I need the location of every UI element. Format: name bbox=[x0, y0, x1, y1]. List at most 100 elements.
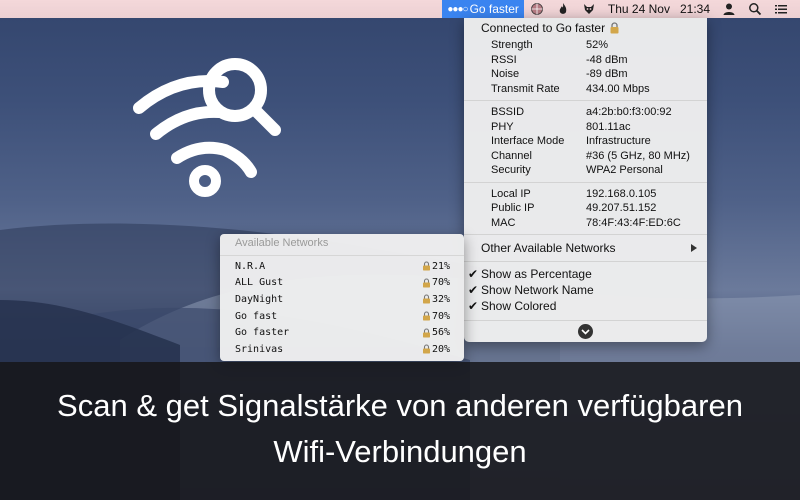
network-row[interactable]: Srinivas 20% bbox=[220, 341, 464, 358]
network-list: N.R.A 21% ALL Gust 70% DayNight 32% Go fast 70%… bbox=[220, 258, 464, 358]
wifi-dropdown-menu: Connected to Go faster Strength 52% RSSI -4… bbox=[464, 18, 707, 342]
fox-icon[interactable] bbox=[576, 0, 602, 18]
checkmark-icon: ✔ bbox=[468, 299, 479, 313]
connected-label: Connected to Go faster bbox=[481, 21, 606, 35]
network-name: N.R.A bbox=[235, 260, 266, 272]
connected-header: Connected to Go faster bbox=[464, 18, 707, 38]
wifi-dots-icon: ●●●○ bbox=[447, 3, 468, 15]
option-item[interactable]: ✔ Show Colored bbox=[464, 298, 707, 314]
option-label: Show as Percentage bbox=[481, 267, 592, 281]
separator bbox=[464, 100, 707, 101]
info-key: Security bbox=[491, 164, 531, 176]
info-value: -89 dBm bbox=[586, 68, 628, 80]
menubar-date: Thu 24 Nov bbox=[607, 2, 670, 16]
info-value: 49.207.51.152 bbox=[586, 202, 657, 214]
network-name: ALL Gust bbox=[235, 277, 284, 289]
network-name: Go fast bbox=[235, 310, 278, 322]
other-networks-item[interactable]: Other Available Networks bbox=[464, 239, 707, 257]
address-info-group: Local IP 192.168.0.105 Public IP 49.207.51.… bbox=[464, 187, 707, 231]
network-strength-value: 20% bbox=[431, 343, 450, 355]
network-row[interactable]: Go fast 70% bbox=[220, 308, 464, 325]
info-value: WPA2 Personal bbox=[586, 164, 663, 176]
info-key: Public IP bbox=[491, 202, 535, 214]
info-value: #36 (5 GHz, 80 MHz) bbox=[586, 149, 690, 162]
wifi-search-illustration bbox=[133, 58, 281, 197]
info-row: Noise -89 dBm bbox=[464, 67, 707, 82]
network-name: Go faster bbox=[235, 327, 290, 339]
info-key: Local IP bbox=[491, 187, 531, 200]
separator bbox=[464, 181, 707, 183]
info-key: BSSID bbox=[491, 106, 525, 118]
network-strength: 70% bbox=[422, 311, 450, 322]
separator bbox=[464, 261, 707, 262]
network-row[interactable]: N.R.A 21% bbox=[220, 258, 464, 275]
available-networks-title: Available Networks bbox=[235, 237, 329, 249]
info-row: Interface Mode Infrastructure bbox=[464, 134, 707, 149]
info-value: a4:2b:b0:f3:00:92 bbox=[586, 106, 672, 118]
info-row: RSSI -48 dBm bbox=[464, 53, 707, 68]
network-strength: 70% bbox=[422, 277, 450, 288]
caption-line-1: Scan & get Signalstärke von anderen verf… bbox=[57, 388, 743, 423]
network-row[interactable]: ALL Gust 70% bbox=[220, 275, 464, 292]
network-strength-value: 70% bbox=[431, 310, 450, 322]
options-group: ✔ Show as Percentage ✔ Show Network Name ✔ Sh… bbox=[464, 266, 707, 314]
info-row: Security WPA2 Personal bbox=[464, 163, 707, 178]
network-strength-value: 21% bbox=[431, 260, 450, 272]
info-key: Noise bbox=[491, 68, 520, 80]
network-row[interactable]: DayNight 32% bbox=[220, 291, 464, 308]
info-value: 78:4F:43:4F:ED:6C bbox=[586, 216, 681, 229]
info-row: PHY 801.11ac bbox=[464, 120, 707, 135]
network-strength-value: 32% bbox=[431, 293, 450, 305]
available-networks-panel: Available Networks N.R.A 21% ALL Gust 70% Da… bbox=[220, 234, 464, 361]
info-key: MAC bbox=[491, 216, 516, 229]
clock[interactable]: Thu 24 Nov 21:34 bbox=[602, 0, 716, 18]
lock-icon bbox=[422, 278, 430, 288]
info-key: Channel bbox=[491, 149, 532, 162]
wifi-status-menu[interactable]: ●●●○ Go faster bbox=[442, 0, 524, 18]
info-value: Infrastructure bbox=[586, 135, 651, 147]
search-icon[interactable] bbox=[742, 0, 768, 18]
network-row[interactable]: Go faster 56% bbox=[220, 324, 464, 341]
user-icon[interactable] bbox=[716, 0, 742, 18]
chevron-down-icon[interactable] bbox=[578, 324, 593, 339]
info-row: Transmit Rate 434.00 Mbps bbox=[464, 82, 707, 97]
info-key: Transmit Rate bbox=[491, 82, 560, 95]
globe-icon[interactable] bbox=[524, 0, 550, 18]
submenu-arrow-icon bbox=[691, 244, 697, 252]
menubar-time: 21:34 bbox=[679, 2, 710, 16]
separator bbox=[464, 320, 707, 321]
info-row: Channel #36 (5 GHz, 80 MHz) bbox=[464, 149, 707, 164]
info-key: RSSI bbox=[491, 53, 517, 66]
option-label: Show Colored bbox=[481, 299, 557, 313]
wifi-app-label: Go faster bbox=[469, 2, 519, 16]
info-row: Public IP 49.207.51.152 bbox=[464, 201, 707, 216]
flame-icon[interactable] bbox=[550, 0, 576, 18]
network-strength: 21% bbox=[422, 261, 450, 272]
info-row: BSSID a4:2b:b0:f3:00:92 bbox=[464, 105, 707, 120]
option-item[interactable]: ✔ Show as Percentage bbox=[464, 266, 707, 282]
caption-line-2: Wifi-Verbindungen bbox=[273, 434, 527, 469]
network-strength: 32% bbox=[422, 294, 450, 305]
separator bbox=[464, 234, 707, 235]
checkmark-icon: ✔ bbox=[468, 283, 479, 297]
info-value: 801.11ac bbox=[586, 120, 631, 133]
menu-bar: ●●●○ Go faster Thu 24 Nov 21:34 bbox=[0, 0, 800, 18]
network-strength: 20% bbox=[422, 344, 450, 355]
list-icon[interactable] bbox=[768, 0, 800, 18]
lock-icon bbox=[422, 294, 430, 304]
lock-icon bbox=[422, 328, 430, 338]
lock-icon bbox=[422, 311, 430, 321]
info-key: Strength bbox=[491, 39, 533, 51]
option-item[interactable]: ✔ Show Network Name bbox=[464, 282, 707, 298]
lock-icon bbox=[422, 344, 430, 354]
network-strength: 56% bbox=[422, 327, 450, 338]
info-value: -48 dBm bbox=[586, 53, 628, 66]
checkmark-icon: ✔ bbox=[468, 267, 479, 281]
lock-icon bbox=[610, 22, 619, 34]
network-strength-value: 56% bbox=[431, 327, 450, 339]
info-value: 192.168.0.105 bbox=[586, 187, 657, 200]
info-key: PHY bbox=[491, 120, 514, 133]
info-value: 52% bbox=[586, 39, 609, 51]
info-row: Local IP 192.168.0.105 bbox=[464, 187, 707, 202]
other-networks-label: Other Available Networks bbox=[481, 241, 616, 255]
